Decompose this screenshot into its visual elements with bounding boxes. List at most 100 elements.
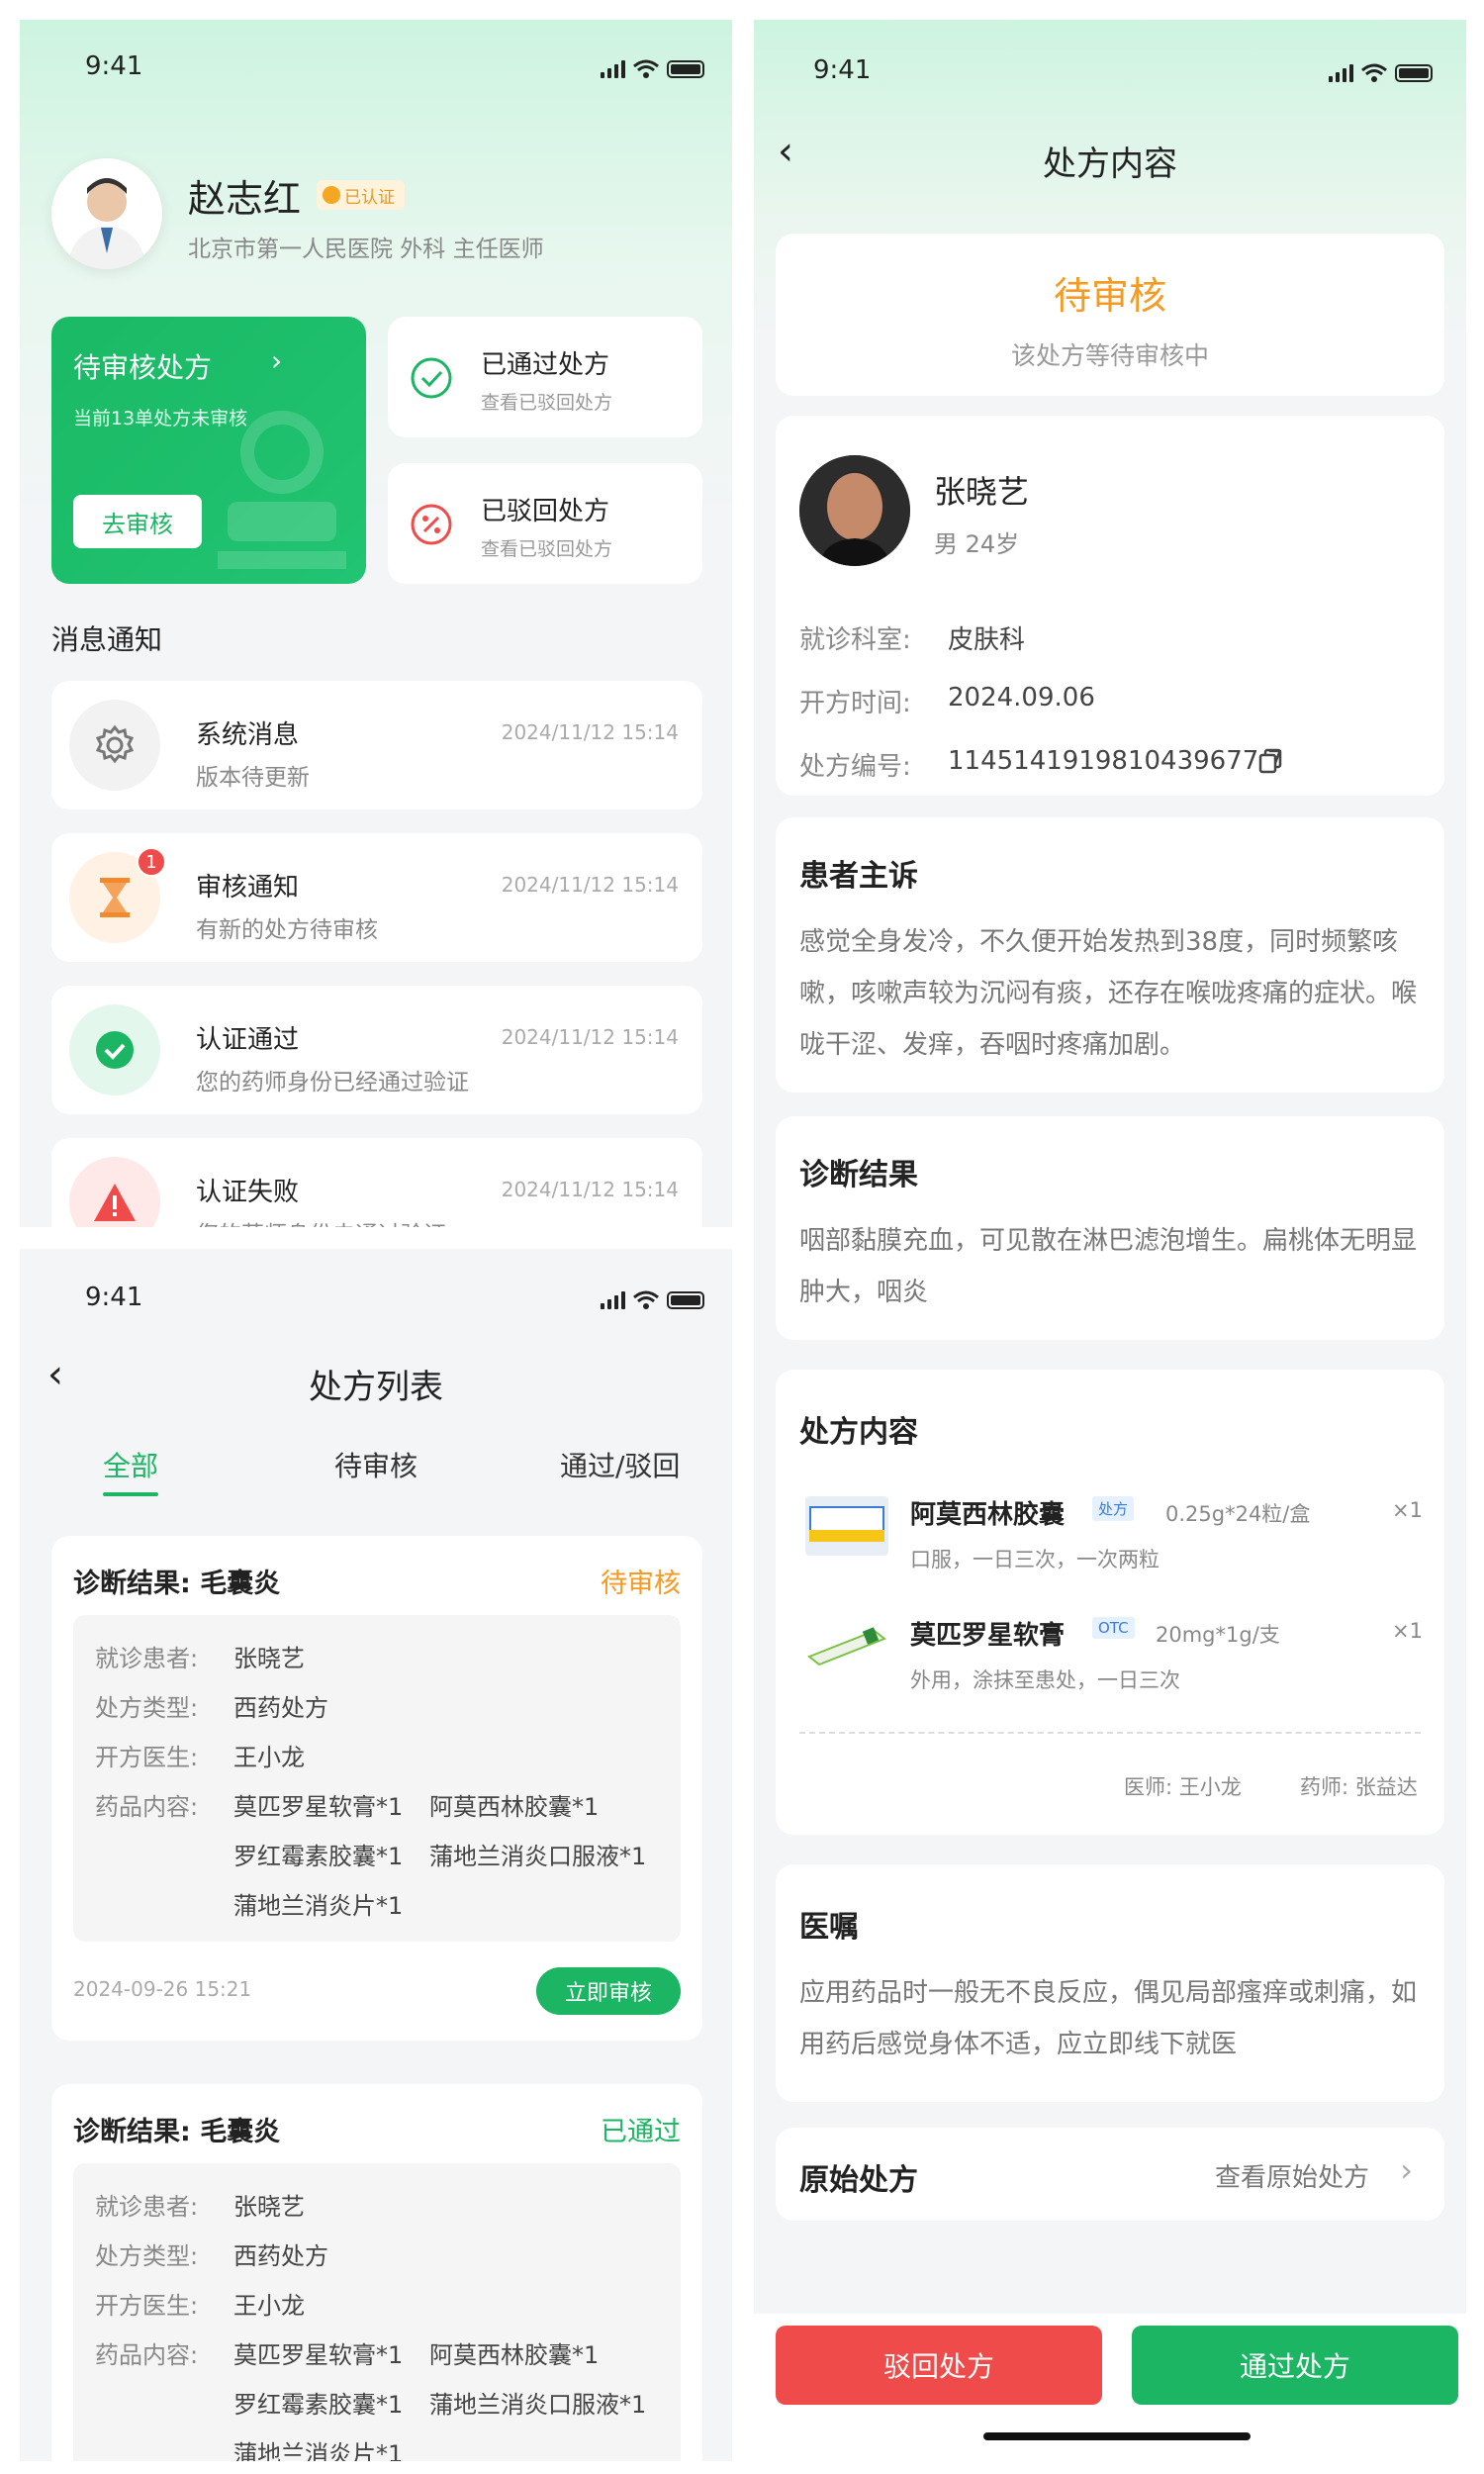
chevron-right-icon: › xyxy=(271,344,283,377)
pending-card[interactable]: 待审核处方 › 当前13单处方未审核 去审核 xyxy=(51,317,366,584)
message-item[interactable]: 1 审核通知 有新的处方待审核 2024/11/12 15:14 xyxy=(51,833,702,962)
prescription-card[interactable]: 诊断结果: 毛囊炎 待审核 就诊患者: 张晓艺 处方类型: 西药处方 开方医生:… xyxy=(51,1536,702,2041)
rx-date: 2024-09-26 15:21 xyxy=(73,1977,252,2001)
drug-item: 蒲地兰消炎口服液*1 xyxy=(429,1843,647,1870)
otc-tag-label: OTC xyxy=(1092,1617,1135,1639)
drug-item: 罗红霉素胶囊*1 xyxy=(233,2391,404,2419)
message-item[interactable]: 认证通过 您的药师身份已经通过验证 2024/11/12 15:14 xyxy=(51,986,702,1114)
check-circle-icon xyxy=(411,357,452,399)
drug-item: 莫匹罗星软膏*1 xyxy=(233,2341,404,2369)
wifi-icon xyxy=(1361,63,1387,82)
pending-sub: 当前13单处方未审核 xyxy=(73,408,248,429)
detail-box: 就诊患者: 张晓艺 处方类型: 西药处方 开方医生: 王小龙 药品内容: 莫匹罗… xyxy=(73,2163,681,2461)
approved-sub: 查看已驳回处方 xyxy=(481,392,613,414)
home-indicator xyxy=(983,2432,1251,2440)
drug-item: 蒲地兰消炎片*1 xyxy=(233,2440,404,2461)
detail-box: 就诊患者: 张晓艺 处方类型: 西药处方 开方医生: 王小龙 药品内容: 莫匹罗… xyxy=(73,1615,681,1942)
row-label: 处方编号: xyxy=(799,752,911,782)
original-rx-row[interactable]: 原始处方 查看原始处方 › xyxy=(776,2128,1444,2221)
approved-card[interactable]: 已通过处方 查看已驳回处方 xyxy=(388,317,702,437)
label-patient: 就诊患者: xyxy=(95,2193,199,2221)
verified-icon xyxy=(323,186,340,204)
diagnosis: 诊断结果: 毛囊炎 xyxy=(73,1569,281,1599)
stamp-icon xyxy=(218,411,346,569)
row-label: 就诊科室: xyxy=(799,625,911,655)
patient-card: 张晓艺 男 24岁 就诊科室: 皮肤科 开方时间: 2024.09.06 处方编… xyxy=(776,416,1444,796)
chevron-right-icon: › xyxy=(1400,2151,1413,2189)
status-time: 9:41 xyxy=(813,55,872,85)
status-icons xyxy=(1329,63,1433,83)
page-title: 处方列表 xyxy=(309,1368,443,1407)
advice-title: 医嘱 xyxy=(799,1910,859,1945)
drug-name: 阿莫西林胶囊 xyxy=(910,1500,1066,1530)
prescription-card[interactable]: 诊断结果: 毛囊炎 已通过 就诊患者: 张晓艺 处方类型: 西药处方 开方医生:… xyxy=(51,2084,702,2461)
rejected-sub: 查看已驳回处方 xyxy=(481,538,613,560)
diagnosis-title: 诊断结果 xyxy=(799,1158,918,1192)
home-screen: 9:41 赵志红 已认证 北京市第一人民医院 外科 主任医师 待审核处方 › 当… xyxy=(20,20,732,1227)
avatar[interactable] xyxy=(51,158,162,269)
wifi-icon xyxy=(633,1290,659,1309)
status-sub: 该处方等待审核中 xyxy=(1010,341,1209,370)
battery-icon xyxy=(667,1291,704,1309)
row-value: 2024.09.06 xyxy=(948,683,1095,713)
status-badge: 待审核 xyxy=(601,1569,681,1599)
doctor-sign: 医师: 王小龙 xyxy=(1124,1775,1242,1799)
message-item[interactable]: 系统消息 版本待更新 2024/11/12 15:14 xyxy=(51,681,702,809)
message-date: 2024/11/12 15:14 xyxy=(501,720,679,744)
message-date: 2024/11/12 15:14 xyxy=(501,873,679,897)
label-doctor: 开方医生: xyxy=(95,2292,199,2320)
divider xyxy=(799,1732,1421,1734)
message-sub: 版本待更新 xyxy=(196,765,310,791)
rx-tag-label: 处方 xyxy=(1092,1496,1135,1521)
pending-title: 待审核处方 xyxy=(73,351,213,384)
doctor-info: 北京市第一人民医院 外科 主任医师 xyxy=(188,237,544,262)
drug-item: 阿莫西林胶囊*1 xyxy=(429,2341,600,2369)
label-patient: 就诊患者: xyxy=(95,1645,199,1672)
signal-icon xyxy=(1329,64,1353,82)
tab-pending[interactable]: 待审核 xyxy=(334,1445,417,1484)
copy-icon[interactable] xyxy=(1258,748,1282,774)
message-title: 认证失败 xyxy=(196,1178,300,1207)
drug-item: 莫匹罗星软膏*1 xyxy=(233,1793,404,1821)
verified-label: 已认证 xyxy=(344,187,395,208)
approved-title: 已通过处方 xyxy=(481,350,610,380)
check-icon xyxy=(69,1004,160,1095)
warning-icon xyxy=(69,1157,160,1227)
tab-done[interactable]: 通过/驳回 xyxy=(560,1445,680,1484)
advice-text: 应用药品时一般无不良反应，偶见局部瘙痒或刺痛，如用药后感觉身体不适，应立即线下就… xyxy=(799,1978,1418,2059)
diagnosis-text: 咽部黏膜充血，可见散在淋巴滤泡增生。扁桃体无明显肿大，咽炎 xyxy=(799,1226,1418,1307)
complaint-title: 患者主诉 xyxy=(799,859,918,894)
message-sub: 您的药师身份已经通过验证 xyxy=(196,1070,469,1095)
tab-all[interactable]: 全部 xyxy=(103,1445,158,1484)
drug-image xyxy=(805,1496,888,1556)
rx-type: 西药处方 xyxy=(233,2242,328,2270)
reject-circle-icon xyxy=(411,504,452,545)
message-title: 认证通过 xyxy=(196,1025,300,1055)
wifi-icon xyxy=(633,59,659,78)
drug-qty: ×1 xyxy=(1392,1498,1423,1522)
rejected-card[interactable]: 已驳回处方 查看已驳回处方 xyxy=(388,463,702,584)
approve-button[interactable]: 通过处方 xyxy=(1132,2326,1458,2405)
rx-tag: 处方 xyxy=(1092,1496,1135,1521)
drug-usage: 口服，一日三次，一次两粒 xyxy=(910,1548,1159,1571)
rx-title: 处方内容 xyxy=(799,1415,918,1450)
doctor-name: 王小龙 xyxy=(233,1744,305,1771)
rx-card: 处方内容 阿莫西林胶囊 处方 0.25g*24粒/盒 ×1 口服，一日三次，一次… xyxy=(776,1370,1444,1835)
patient-name: 张晓艺 xyxy=(934,473,1030,511)
complaint-text: 感觉全身发冷，不久便开始发热到38度，同时频繁咳嗽，咳嗽声较为沉闷有痰，还存在喉… xyxy=(799,927,1418,1060)
message-title: 审核通知 xyxy=(196,873,300,903)
review-button[interactable]: 去审核 xyxy=(73,495,202,548)
status-time: 9:41 xyxy=(85,51,143,81)
reject-button[interactable]: 驳回处方 xyxy=(776,2326,1102,2405)
list-screen: 9:41 ‹ 处方列表 全部 待审核 通过/驳回 诊断结果: 毛囊炎 待审核 就… xyxy=(20,1249,732,2461)
doctor-name: 赵志红 xyxy=(188,177,302,221)
label-drugs: 药品内容: xyxy=(95,2341,199,2369)
message-title: 系统消息 xyxy=(196,720,300,750)
verified-badge: 已认证 xyxy=(317,180,405,210)
label-doctor: 开方医生: xyxy=(95,1744,199,1771)
signal-icon xyxy=(601,1291,625,1309)
original-link[interactable]: 查看原始处方 xyxy=(1215,2157,1369,2194)
message-sub: 有新的处方待审核 xyxy=(196,917,378,943)
review-now-button[interactable]: 立即审核 xyxy=(536,1967,681,2015)
message-item[interactable]: 认证失败 您的药师身份未通过验证 2024/11/12 15:14 xyxy=(51,1138,702,1227)
